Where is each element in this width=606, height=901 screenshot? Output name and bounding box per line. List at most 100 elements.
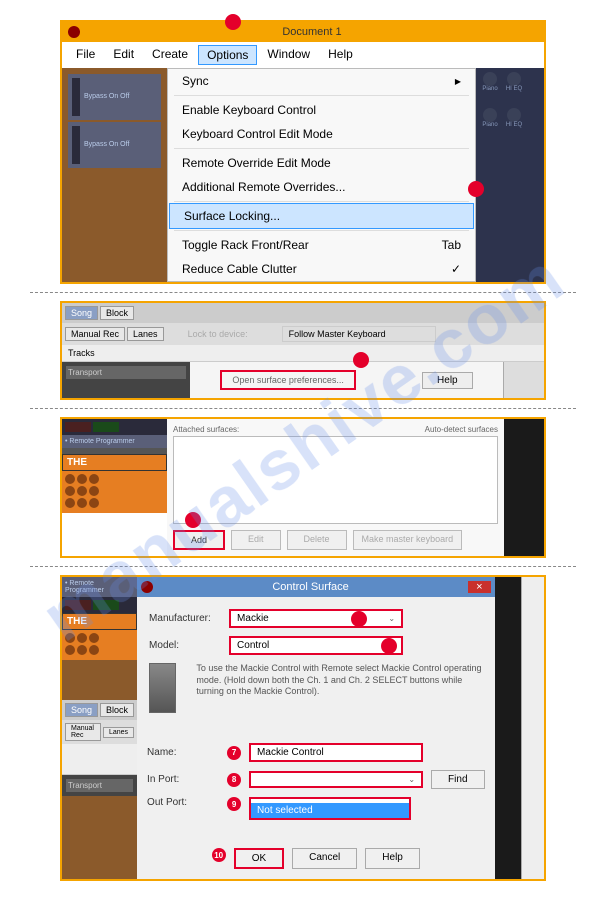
edit-button[interactable]: Edit [231,530,281,550]
help-button[interactable]: Help [422,372,473,389]
knob-hi-eq[interactable]: HI EQ [504,108,524,128]
dark-panel [495,577,521,879]
sequencer-toolbar: Song Block [62,303,544,323]
in-port-select[interactable]: ⌄ [249,771,423,788]
delete-button[interactable]: Delete [287,530,347,550]
menu-window[interactable]: Window [259,45,318,65]
surfaces-window: • Remote Programmer THE Attached surface… [60,417,546,558]
control-surface-window-container: • Remote Programmer THE Song Block Manua… [60,575,546,881]
callout-dot-model [381,638,397,654]
menu-options[interactable]: Options [198,45,257,65]
menu-item-reduce-clutter[interactable]: Reduce Cable Clutter✓ [168,257,475,281]
callout-number-7: 7 [227,746,241,760]
knob-piano[interactable]: Piano [480,108,500,128]
name-input[interactable]: Mackie Control [249,743,423,762]
rack-sidebar: • Remote Programmer THE [62,419,167,556]
make-master-button[interactable]: Make master keyboard [353,530,463,550]
rack-area: Bypass On Off Bypass On Off [62,68,167,282]
menu-item-toggle-rack[interactable]: Toggle Rack Front/RearTab [168,233,475,257]
menu-edit[interactable]: Edit [105,45,142,65]
device-info-text: To use the Mackie Control with Remote se… [192,663,482,698]
callout-dot-manufacturer [351,611,367,627]
callout-dot-preferences [353,352,369,368]
callout-dot-options [225,14,241,30]
callout-number-8: 8 [227,773,241,787]
master-keyboard-select[interactable]: Follow Master Keyboard [282,326,436,342]
tab-song[interactable]: Song [65,306,98,320]
rack-device[interactable]: Bypass On Off [68,74,161,120]
checkmark-icon: ✓ [451,262,461,276]
out-port-label: Out Port: [147,797,219,808]
tracks-header: Tracks [62,345,544,362]
rack-led-row [62,419,167,435]
dark-panel [504,419,544,556]
dialog-titlebar: Control Surface × [137,577,494,597]
out-port-option-selected[interactable]: Not selected [251,803,409,818]
name-label: Name: [147,747,219,758]
model-label: Model: [149,640,221,651]
ok-button[interactable]: OK [234,848,284,869]
chevron-down-icon: ⌄ [408,775,415,784]
lanes-button[interactable]: Lanes [103,727,134,738]
transport-label: Transport [66,366,186,379]
chevron-right-icon: ▶ [455,77,461,86]
dialog-title: Control Surface [153,581,468,593]
the-device-label: THE [62,454,167,471]
manufacturer-label: Manufacturer: [149,613,221,624]
the-device-label: THE [62,613,137,630]
out-port-select-open[interactable]: Not selected [249,797,411,820]
remote-programmer-label: • Remote Programmer [62,435,167,448]
sequencer-window: Song Block Manual Rec Lanes Lock to devi… [60,301,546,400]
surfaces-list[interactable] [173,436,498,524]
menu-file[interactable]: File [68,45,103,65]
app-icon [141,581,153,593]
transport-label: Transport [66,779,133,792]
remote-programmer-label: • Remote Programmer [62,577,137,597]
menu-item-keyboard-edit[interactable]: Keyboard Control Edit Mode [168,122,475,146]
menu-item-additional-remote[interactable]: Additional Remote Overrides... [168,175,475,199]
menu-create[interactable]: Create [144,45,196,65]
callout-dot-add [185,512,201,528]
device-knobs[interactable] [62,471,167,513]
model-select[interactable]: Control⌄ [229,636,403,655]
chevron-down-icon: ⌄ [388,614,395,623]
cancel-button[interactable]: Cancel [292,848,357,869]
auto-detect-label: Auto-detect surfaces [425,425,498,434]
shortcut-key: Tab [442,238,461,252]
menu-item-sync[interactable]: Sync▶ [168,69,475,93]
open-surface-preferences-link[interactable]: Open surface preferences... [220,370,356,390]
callout-number-9: 9 [227,797,241,811]
add-button[interactable]: Add [173,530,225,550]
tab-song[interactable]: Song [65,703,98,717]
device-thumbnail [149,663,176,713]
callout-dot-surface-locking [468,181,484,197]
menu-item-enable-keyboard[interactable]: Enable Keyboard Control [168,98,475,122]
menubar: File Edit Create Options Window Help [62,42,544,68]
rack-sidebar: • Remote Programmer THE Song Block Manua… [62,577,137,879]
lanes-button[interactable]: Lanes [127,327,164,341]
tab-block[interactable]: Block [100,703,134,717]
rack-device[interactable]: Bypass On Off [68,122,161,168]
manufacturer-select[interactable]: Mackie⌄ [229,609,403,628]
app-icon [68,26,80,38]
lock-device-label: Lock to device: [188,329,248,339]
in-port-label: In Port: [147,774,219,785]
callout-number-10: 10 [212,848,226,862]
tab-block[interactable]: Block [100,306,134,320]
rack-led-row [62,597,137,613]
app-window: Document 1 File Edit Create Options Wind… [60,20,546,284]
menu-help[interactable]: Help [320,45,361,65]
device-knobs[interactable] [62,630,137,660]
menu-item-surface-locking[interactable]: Surface Locking... [169,203,474,229]
manual-rec-button[interactable]: Manual Rec [65,723,101,741]
manual-rec-button[interactable]: Manual Rec [65,327,125,341]
knob-hi-eq[interactable]: HI EQ [504,72,524,92]
close-icon[interactable]: × [468,581,490,593]
menu-item-remote-override[interactable]: Remote Override Edit Mode [168,151,475,175]
knob-piano[interactable]: Piano [480,72,500,92]
document-title: Document 1 [86,26,538,38]
find-button[interactable]: Find [431,770,484,789]
titlebar: Document 1 [62,22,544,42]
help-button[interactable]: Help [365,848,420,869]
options-dropdown: Sync▶ Enable Keyboard Control Keyboard C… [167,68,476,282]
